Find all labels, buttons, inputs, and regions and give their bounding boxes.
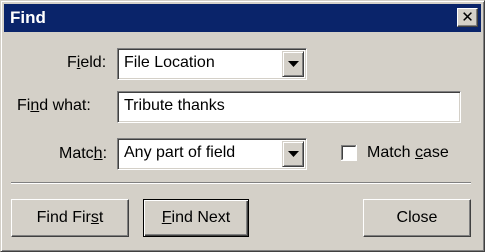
find-first-button[interactable]: Find First (11, 199, 129, 237)
field-label: Field: (67, 54, 107, 71)
checkbox-icon[interactable] (341, 145, 357, 161)
field-dropdown-button[interactable] (282, 51, 304, 77)
dialog-title: Find (10, 8, 46, 27)
field-select[interactable]: File Location (117, 48, 307, 80)
find-what-value: Tribute thanks (124, 97, 225, 114)
chevron-down-icon (288, 151, 299, 157)
title-bar[interactable]: Find ✕ (4, 4, 481, 32)
match-select-value: Any part of field (124, 144, 236, 161)
find-next-button[interactable]: Find Next (143, 199, 249, 237)
find-what-label: Find what: (17, 97, 91, 114)
field-select-value: File Location (124, 54, 215, 71)
chevron-down-icon (288, 61, 299, 67)
separator (11, 182, 471, 184)
close-window-button[interactable]: ✕ (457, 8, 478, 27)
match-case-label[interactable]: Match case (367, 143, 449, 163)
close-button[interactable]: Close (363, 199, 471, 237)
find-what-input[interactable]: Tribute thanks (117, 91, 461, 123)
match-dropdown-button[interactable] (282, 141, 304, 167)
match-select[interactable]: Any part of field (117, 138, 307, 170)
match-label: Match: (59, 145, 108, 162)
close-icon: ✕ (461, 8, 474, 26)
find-dialog: Find ✕ Field: File Location Find what: T… (0, 0, 485, 252)
